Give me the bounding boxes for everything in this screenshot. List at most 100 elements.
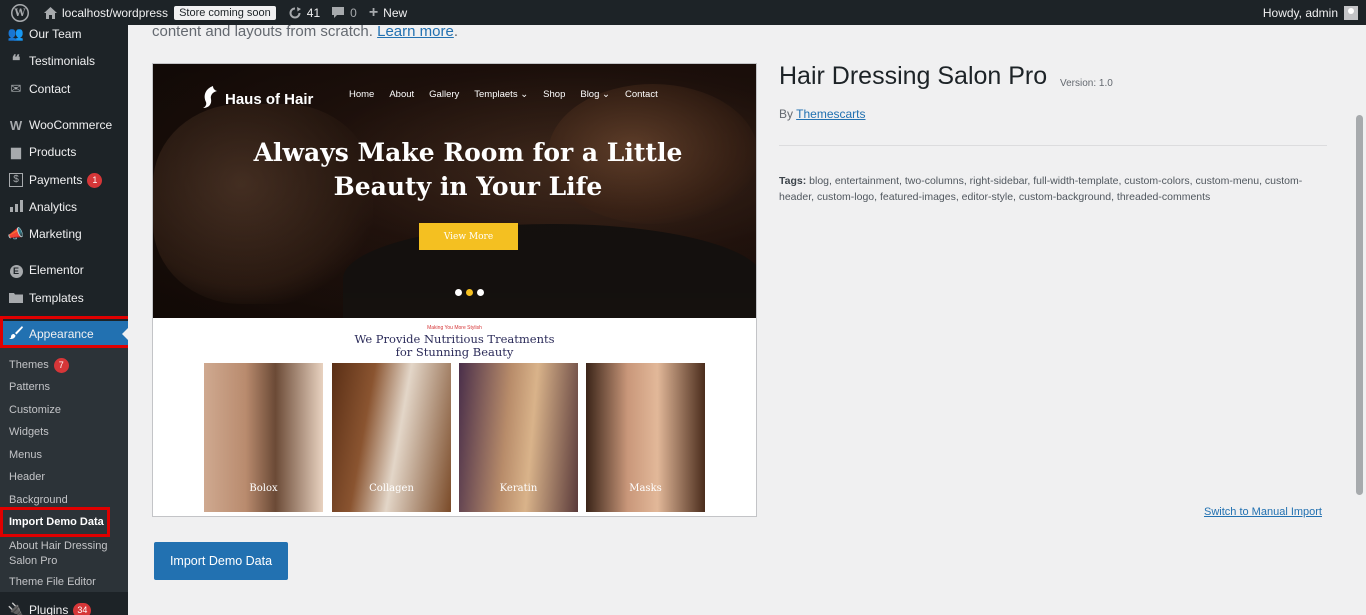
new-content-link[interactable]: + New [363,0,413,25]
payments-count-badge: 1 [87,172,103,188]
preview-card-label: Bolox [249,483,278,494]
plugins-count-badge: 34 [73,602,92,615]
site-name: localhost/wordpress [62,5,169,20]
sidebar-item-elementor[interactable]: E Elementor [0,257,128,283]
comments-count: 0 [350,5,357,20]
preview-logo: Haus of Hair [203,86,313,113]
sidebar-item-label: Products [29,145,77,159]
submenu-header[interactable]: Header [9,470,121,485]
plugin-icon: 🔌 [7,602,25,615]
section-title-line: for Stunning Beauty [395,345,514,359]
by-label: By [779,107,794,121]
sidebar-item-our-team[interactable]: 👥 Our Team [0,21,128,47]
woo-icon: W [9,117,23,133]
preview-card: Collagen [332,363,451,512]
hero-title-line: Always Make Room for a Little [253,138,683,167]
intro-text: content and layouts from scratch. Learn … [152,23,459,40]
home-icon [44,6,57,19]
preview-eyebrow: Making You More Stylish [427,325,482,331]
preview-view-more-button: View More [419,223,518,250]
preview-nav-item: About [389,89,415,100]
sidebar-item-label: Contact [29,82,71,96]
sidebar-item-label: Testimonials [29,54,96,68]
sidebar-item-label: Appearance [29,327,94,341]
submenu-label: Themes [9,359,49,371]
howdy-text: Howdy, admin [1262,5,1338,20]
sidebar-item-payments[interactable]: $ Payments 1 [0,167,128,193]
sidebar-item-label: Marketing [29,227,82,241]
admin-bar: W localhost/wordpress Store coming soon … [0,0,1366,25]
import-demo-data-button[interactable]: Import Demo Data [154,542,288,580]
admin-sidebar: 👥 Our Team ❝ Testimonials ✉ Contact W Wo… [0,25,128,615]
plus-icon: + [368,3,379,21]
brush-icon [6,326,26,342]
scrollbar-thumb[interactable] [1356,115,1363,495]
switch-to-manual-import-link[interactable]: Switch to Manual Import [1204,506,1322,518]
preview-card-label: Keratin [499,483,538,494]
preview-card-label: Collagen [369,483,414,494]
sidebar-item-label: Our Team [29,27,82,41]
submenu-menus[interactable]: Menus [9,448,121,463]
theme-author: By Themescarts [779,107,866,121]
sidebar-item-plugins[interactable]: 🔌 Plugins 34 [0,597,128,615]
preview-card-label: Masks [629,483,662,494]
sidebar-item-label: WooCommerce [29,118,113,132]
elementor-icon: E [6,262,26,278]
hair-logo-icon [203,86,219,113]
preview-logo-text: Haus of Hair [225,91,314,108]
preview-nav-item: Shop [543,89,566,100]
store-status-badge[interactable]: Store coming soon [174,5,276,20]
submenu-patterns[interactable]: Patterns [9,380,121,395]
sidebar-item-appearance[interactable]: Appearance [0,321,128,347]
preview-hero: Haus of Hair Home About Gallery Templaet… [153,64,756,318]
preview-section-title: We Provide Nutritious Treatments for Stu… [153,333,756,359]
submenu-theme-file-editor[interactable]: Theme File Editor [9,575,121,590]
sidebar-item-label: Analytics [29,200,78,214]
submenu-background[interactable]: Background [9,493,121,508]
comment-icon [332,7,345,18]
submenu-import-demo-data[interactable]: Import Demo Data [9,515,121,530]
updates-count: 41 [306,5,321,20]
dollar-icon: $ [9,173,23,187]
theme-screenshot: Haus of Hair Home About Gallery Templaet… [152,63,757,517]
comments-link[interactable]: 0 [326,0,363,25]
main-content: content and layouts from scratch. Learn … [128,23,1353,615]
refresh-icon [288,6,302,19]
intro-text-body: content and layouts from scratch. [152,23,373,40]
preview-card: Bolox [204,363,323,512]
bar-chart-icon [6,199,26,215]
tags-list: blog, entertainment, two-columns, right-… [779,175,1303,203]
author-link[interactable]: Themescarts [796,107,865,121]
sidebar-item-woocommerce[interactable]: W WooCommerce [0,112,128,138]
submenu-customize[interactable]: Customize [9,403,121,418]
avatar [1344,5,1358,20]
tags-label: Tags: [779,175,807,187]
sidebar-item-testimonials[interactable]: ❝ Testimonials [0,48,128,74]
page-scrollbar[interactable] [1353,25,1366,615]
hero-title-line: Beauty in Your Life [333,172,603,201]
theme-tags: Tags: blog, entertainment, two-columns, … [779,173,1327,205]
sidebar-item-products[interactable]: ▆ Products [0,139,128,165]
sidebar-item-contact[interactable]: ✉ Contact [0,76,128,102]
folder-icon [6,291,26,306]
my-account[interactable]: Howdy, admin [1262,5,1366,20]
quote-icon: ❝ [11,53,21,70]
updates-link[interactable]: 41 [282,0,326,25]
preview-slider-dots [455,289,484,296]
sidebar-item-analytics[interactable]: Analytics [0,194,128,220]
submenu-about-theme[interactable]: About Hair Dressing Salon Pro [9,539,121,569]
sidebar-item-marketing[interactable]: 📣 Marketing [0,221,128,247]
appearance-submenu: Themes 7 Patterns Customize Widgets Menus… [0,348,128,592]
submenu-themes[interactable]: Themes 7 [9,358,121,373]
learn-more-link[interactable]: Learn more [377,23,454,40]
megaphone-icon: 📣 [7,226,25,241]
divider [779,145,1327,146]
preview-nav-item: Templaets ⌄ [474,89,529,100]
preview-nav-item: Gallery [429,89,460,100]
sidebar-item-templates[interactable]: Templates [0,285,128,311]
new-label: New [383,5,408,20]
preview-nav-item: Home [349,89,375,100]
sidebar-item-label: Plugins [29,603,69,615]
submenu-widgets[interactable]: Widgets [9,425,121,440]
preview-card: Masks [586,363,705,512]
